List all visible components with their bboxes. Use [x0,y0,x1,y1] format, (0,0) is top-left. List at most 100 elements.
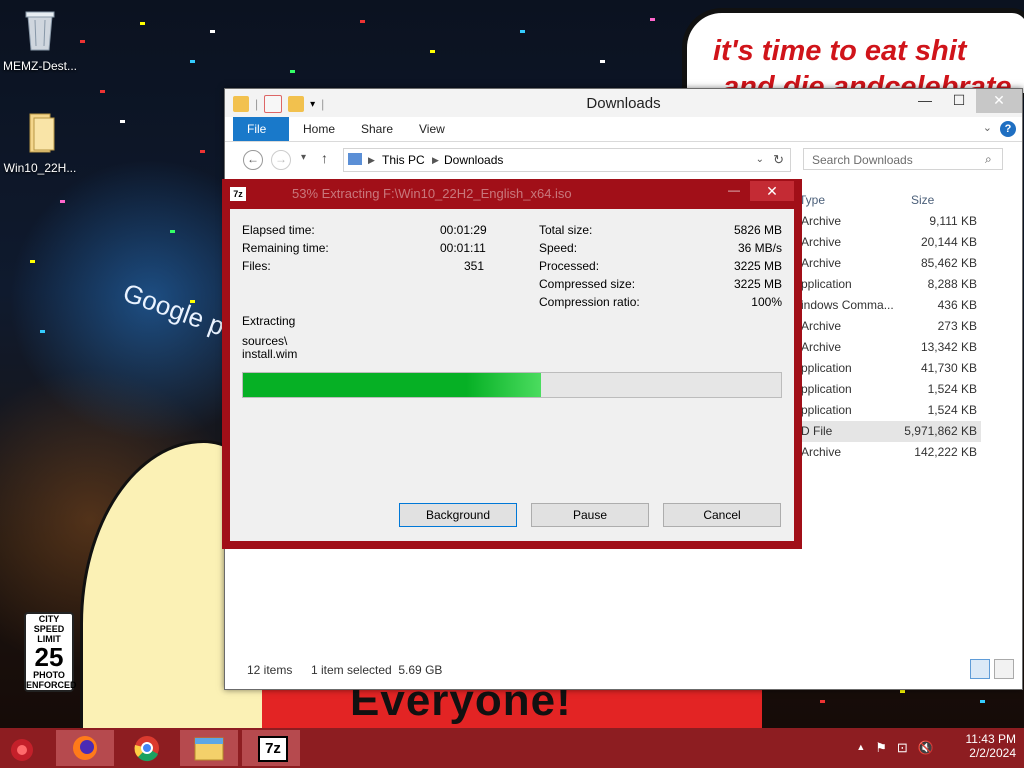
action-center-flag-icon[interactable]: ⚑ [875,740,887,756]
tab-home[interactable]: Home [289,117,349,141]
large-icons-view-icon[interactable] [994,659,1014,679]
desktop-icon-label: Win10_22H... [3,161,77,175]
file-size: 5,971,862 KB [904,424,977,438]
window-title: Downloads [586,95,661,112]
table-row[interactable]: Archive 13,342 KB [801,337,981,358]
close-icon[interactable]: ✕ [976,89,1022,113]
start-button[interactable] [0,730,50,766]
file-size: 142,222 KB [914,445,977,459]
tab-file[interactable]: File [233,117,289,141]
seven-zip-logo-icon: 7z [230,187,246,201]
chevron-down-icon[interactable]: ⌄ [756,149,764,171]
file-explorer-icon [194,737,224,761]
file-type: pplication [801,277,852,291]
processed-value: 3225 MB [733,259,782,273]
dialog-title: 53% Extracting F:\Win10_22H2_English_x64… [292,186,572,201]
column-header-type[interactable]: Type [799,193,825,207]
start-orb-icon [11,739,33,761]
speech-bubble: it's time to eat shit and die andcelebra… [682,8,1024,98]
taskbar-file-explorer[interactable] [180,730,238,766]
remaining-label: Remaining time: [242,241,329,255]
chevron-down-icon[interactable]: ⌄ [983,121,992,134]
show-hidden-icons-icon[interactable]: ▲ [856,742,865,756]
table-row[interactable]: Archive 9,111 KB [801,211,981,232]
table-row[interactable]: Archive 142,222 KB [801,442,981,463]
dialog-body: Elapsed time: 00:01:29 Remaining time: 0… [230,209,794,541]
file-type: Archive [801,445,842,459]
speed-value: 36 MB/s [737,241,782,255]
files-label: Files: [242,259,271,273]
file-type: Archive [801,319,842,333]
forward-icon[interactable]: → [271,150,291,170]
elapsed-label: Elapsed time: [242,223,315,237]
back-icon[interactable]: ← [243,150,263,170]
chrome-icon [134,736,159,762]
taskbar-7zip[interactable]: 7z [242,730,300,766]
file-size: 1,524 KB [927,382,977,396]
maximize-icon[interactable]: ☐ [942,89,976,113]
table-row[interactable]: indows Comma... 436 KB [801,295,981,316]
extract-dialog: 7z 53% Extracting F:\Win10_22H2_English_… [222,179,802,549]
table-row[interactable]: Archive 20,144 KB [801,232,981,253]
recent-locations-icon[interactable]: ▾ [301,152,306,163]
table-row[interactable]: pplication 8,288 KB [801,274,981,295]
current-file: install.wim [242,347,298,361]
help-icon[interactable]: ? [1000,121,1016,137]
taskbar-chrome[interactable] [118,730,176,766]
details-view-icon[interactable] [970,659,990,679]
table-row[interactable]: D File 5,971,862 KB [801,421,981,442]
total-size-label: Total size: [539,223,593,237]
window-controls: — ☐ ✕ [908,89,1022,113]
table-row[interactable]: Archive 273 KB [801,316,981,337]
search-input[interactable]: Search Downloads [803,148,1003,170]
breadcrumb-downloads[interactable]: Downloads [444,149,503,171]
taskbar-firefox[interactable] [56,730,114,766]
remaining-value: 00:01:11 [440,241,486,255]
refresh-icon[interactable]: ↻ [773,149,784,171]
tab-share[interactable]: Share [347,117,407,141]
volume-muted-icon[interactable]: 🔇 [918,740,934,756]
clock[interactable]: 11:43 PM 2/2/2024 [966,732,1016,760]
compression-ratio-value: 100% [751,295,782,309]
seven-zip-icon: 7z [258,736,288,762]
search-icon: ⌕ [985,152,992,166]
table-row[interactable]: Archive 85,462 KB [801,253,981,274]
file-size: 436 KB [937,298,977,312]
desktop-icon-win10[interactable]: Win10_22H... [0,110,80,175]
system-tray: ▲ ⚑ ⊡ 🔇 [856,740,934,756]
network-icon[interactable]: ⊡ [897,740,908,756]
item-count: 12 items [247,663,293,677]
file-type: Archive [801,235,842,249]
pause-button[interactable]: Pause [531,503,649,527]
minimize-icon[interactable]: — [908,89,942,113]
cancel-button[interactable]: Cancel [663,503,781,527]
chevron-right-icon: ▶ [368,155,375,165]
current-path: sources\ [242,334,288,348]
speed-limit-sign: CITY SPEED LIMIT 25 PHOTO ENFORCED [24,612,77,692]
table-row[interactable]: pplication 1,524 KB [801,379,981,400]
address-bar[interactable]: ▶ This PC ▶ Downloads ⌄ ↻ [343,148,791,172]
file-size: 41,730 KB [920,361,977,375]
table-row[interactable]: pplication 41,730 KB [801,358,981,379]
minimize-icon[interactable]: — [722,181,746,201]
file-size: 13,342 KB [920,340,977,354]
table-row[interactable]: pplication 1,524 KB [801,400,981,421]
compression-ratio-label: Compression ratio: [539,295,640,309]
file-type: pplication [801,382,852,396]
file-type: Archive [801,340,842,354]
background-button[interactable]: Background [399,503,517,527]
close-icon[interactable]: ✕ [750,181,794,201]
file-size: 8,288 KB [927,277,977,291]
column-header-size[interactable]: Size [911,193,934,207]
desktop-icon-memz[interactable]: MEMZ-Dest... [0,8,80,73]
file-type: Archive [801,256,842,270]
progress-fill [243,373,541,397]
processed-label: Processed: [539,259,600,273]
total-size-value: 5826 MB [733,223,782,237]
progress-bar [242,372,782,398]
breadcrumb-this-pc[interactable]: This PC [382,149,425,171]
up-icon[interactable]: ↑ [321,150,328,166]
tab-view[interactable]: View [405,117,459,141]
operation-label: Extracting [242,314,296,328]
recycle-bin-icon [25,11,55,51]
